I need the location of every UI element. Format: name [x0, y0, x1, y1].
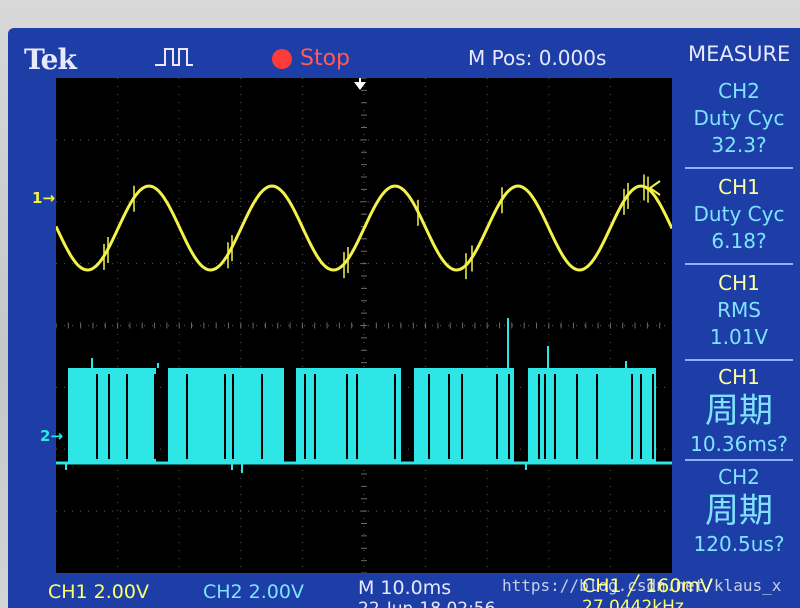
measure-label: RMS — [717, 298, 761, 322]
ch2-gap — [186, 374, 188, 459]
ch1-ground-marker[interactable]: 1→ — [32, 189, 55, 207]
measure-label: Duty Cyc — [693, 202, 785, 226]
datetime: 22-Jun-18 02:56 — [358, 599, 495, 608]
measure-label: 周期 — [705, 491, 773, 531]
ch2-gap — [96, 374, 98, 459]
ch2-gap — [596, 374, 598, 459]
horizontal-position: M Pos: 0.000s — [468, 46, 607, 70]
ch2-gap — [394, 374, 396, 459]
divider — [685, 359, 793, 361]
ch2-ground-marker[interactable]: 2→ — [40, 427, 63, 445]
measure-value: 10.36ms? — [690, 432, 788, 456]
ch2-gap — [496, 374, 498, 459]
ch2-gap — [508, 374, 510, 459]
measure-value: 32.3? — [711, 133, 767, 157]
measure-slot-3[interactable]: CH1 RMS 1.01V — [683, 270, 795, 351]
ch2-gap — [406, 374, 408, 459]
ch2-gap — [461, 374, 463, 459]
run-state[interactable]: Stop — [272, 46, 350, 71]
ch2-marker-label: 2 — [40, 427, 51, 445]
ch2-gap — [428, 374, 430, 459]
brand-logo: Tek — [24, 43, 77, 76]
ch2-gap — [154, 374, 156, 459]
measure-label: Duty Cyc — [693, 106, 785, 130]
measure-value: 1.01V — [709, 325, 769, 349]
run-state-label: Stop — [300, 46, 351, 71]
ch2-gap — [261, 374, 263, 459]
ch2-gap — [576, 374, 578, 459]
ch2-gap — [448, 374, 450, 459]
ch1-scale: CH1 2.00V — [48, 581, 149, 603]
ch1-marker-label: 1 — [32, 189, 43, 207]
ch2-scale: CH2 2.00V — [203, 581, 304, 603]
ch2-gap — [538, 374, 540, 459]
oscilloscope-screen: Tek Stop M Pos: 0.000s MEASURE 1→ 2→ CH2… — [8, 28, 800, 608]
measure-slot-2[interactable]: CH1 Duty Cyc 6.18? — [683, 174, 795, 255]
ch2-burst — [296, 368, 401, 463]
status-bar: Tek Stop M Pos: 0.000s MEASURE — [8, 28, 800, 78]
ch2-gap — [544, 374, 546, 459]
ch2-gap — [232, 374, 234, 459]
divider — [685, 459, 793, 461]
ch2-gap — [524, 374, 526, 459]
measure-value: 120.5us? — [693, 532, 785, 556]
stop-icon — [272, 48, 292, 69]
measure-channel: CH1 — [718, 271, 760, 295]
measure-slot-5[interactable]: CH2 周期 120.5us? — [683, 464, 795, 558]
ch2-gap — [164, 374, 166, 459]
measure-menu-title[interactable]: MEASURE — [688, 42, 790, 66]
ch2-gap — [126, 374, 128, 459]
ch2-gap — [631, 374, 633, 459]
ch2-gap — [288, 374, 290, 459]
ch2-gap — [346, 374, 348, 459]
ch2-gap — [554, 374, 556, 459]
ch2-burst — [68, 368, 156, 463]
ch2-burst — [528, 368, 656, 463]
ch2-gap — [108, 374, 110, 459]
waveform-svg — [54, 77, 674, 574]
ch2-gap — [314, 374, 316, 459]
measure-channel: CH2 — [718, 79, 760, 103]
trigger-level-icon — [648, 180, 661, 196]
ch2-gap — [356, 374, 358, 459]
timebase: M 10.0ms — [358, 577, 452, 599]
measure-channel: CH1 — [718, 175, 760, 199]
measure-label: 周期 — [705, 391, 773, 431]
ch2-gap — [640, 374, 642, 459]
ch2-gap — [652, 374, 654, 459]
ch2-gap — [224, 374, 226, 459]
trigger-edge-icon — [155, 48, 193, 66]
measure-channel: CH1 — [718, 365, 760, 389]
watermark: https://blog.csdn.net/klaus_x — [502, 576, 782, 595]
trigger-position-icon — [354, 78, 366, 90]
measure-slot-1[interactable]: CH2 Duty Cyc 32.3? — [683, 78, 795, 159]
divider — [685, 167, 793, 169]
measure-slot-4[interactable]: CH1 周期 10.36ms? — [683, 364, 795, 458]
ch2-gap — [304, 374, 306, 459]
measure-panel: CH2 Duty Cyc 32.3? CH1 Duty Cyc 6.18? CH… — [683, 70, 800, 575]
waveform-display — [54, 77, 674, 574]
measure-channel: CH2 — [718, 465, 760, 489]
frequency-readout: 27.0442kHz — [582, 597, 684, 608]
divider — [685, 263, 793, 265]
measure-value: 6.18? — [711, 229, 767, 253]
